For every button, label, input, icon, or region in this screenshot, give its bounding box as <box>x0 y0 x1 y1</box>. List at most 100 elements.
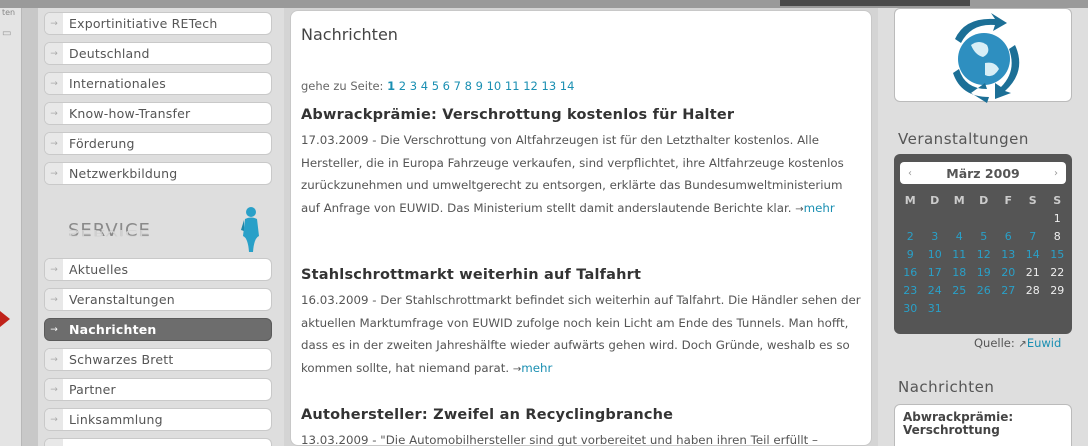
calendar-week-row: 30 31 <box>898 300 1070 318</box>
page-link[interactable]: 4 <box>421 79 428 93</box>
calendar-day[interactable]: 3 <box>923 228 948 246</box>
calendar-day[interactable]: 27 <box>996 282 1021 300</box>
calendar-day[interactable]: 23 <box>898 282 923 300</box>
left-sidebar: → Exportinitiative RETech → Deutschland … <box>38 8 284 446</box>
page-link[interactable]: 13 <box>542 79 557 93</box>
event-calendar: ‹ März 2009 › M D M D F S S 1 2 3 4 5 6 7 8 9 10 11 12 13 14… <box>894 154 1072 334</box>
calendar-day <box>1021 300 1046 318</box>
news-heading: Nachrichten <box>898 378 995 396</box>
outer-gutter <box>22 8 38 446</box>
more-arrow-icon: → <box>512 363 522 375</box>
page-link[interactable]: 5 <box>432 79 439 93</box>
recycling-globe-icon <box>953 13 1020 103</box>
more-link[interactable]: mehr <box>521 361 552 375</box>
page-link[interactable]: 12 <box>523 79 538 93</box>
calendar-day[interactable]: 10 <box>923 246 948 264</box>
source-link[interactable]: Euwid <box>1027 336 1061 350</box>
calendar-day[interactable]: 18 <box>947 264 972 282</box>
selection-marker-icon <box>0 311 10 327</box>
menu-item-label: Partner <box>69 382 116 397</box>
page-link[interactable]: 1 <box>387 79 395 93</box>
recycling-logo[interactable] <box>894 8 1072 103</box>
arrow-right-icon: → <box>45 103 63 124</box>
calendar-day[interactable]: 9 <box>898 246 923 264</box>
calendar-day[interactable]: 30 <box>898 300 923 318</box>
page-link[interactable]: 2 <box>399 79 406 93</box>
calendar-day <box>923 210 948 228</box>
article-title[interactable]: Abwrackprämie: Verschrottung kostenlos f… <box>301 107 861 123</box>
calendar-week-row: 23 24 25 26 27 28 29 <box>898 282 1070 300</box>
menu-item-foerderung[interactable]: → Förderung <box>44 132 272 155</box>
calendar-day[interactable]: 24 <box>923 282 948 300</box>
menu-item-internationales[interactable]: → Internationales <box>44 72 272 95</box>
page-link[interactable]: 9 <box>476 79 483 93</box>
menu-item-label: Veranstaltungen <box>69 292 175 307</box>
article-body: 13.03.2009 - "Die Automobilhersteller si… <box>301 429 861 446</box>
calendar-month: März 2009 <box>946 165 1020 181</box>
menu-item-deutschland[interactable]: → Deutschland <box>44 42 272 65</box>
calendar-grid: M D M D F S S 1 2 3 4 5 6 7 8 9 10 11 12 13 14 15 16 17 18 19 20 21… <box>898 192 1070 318</box>
menu-item-label: Netzwerkbildung <box>69 166 178 181</box>
calendar-day: 28 <box>1025 284 1040 297</box>
page-link[interactable]: 8 <box>465 79 472 93</box>
events-heading: Veranstaltungen <box>898 130 1029 148</box>
menu-item-label: Deutschland <box>69 46 150 61</box>
news-article: Abwrackprämie: Verschrottung kostenlos f… <box>301 107 861 221</box>
article-title[interactable]: Autohersteller: Zweifel an Recyclingbran… <box>301 407 861 423</box>
more-link[interactable]: mehr <box>804 201 835 215</box>
menu-item-linksammlung[interactable]: → Linksammlung <box>44 408 272 431</box>
menu-item-know-how-transfer[interactable]: → Know-how-Transfer <box>44 102 272 125</box>
calendar-day[interactable]: 15 <box>1045 246 1070 264</box>
calendar-next-button[interactable]: › <box>1054 168 1058 179</box>
menu-item-aktuelles[interactable]: → Aktuelles <box>44 258 272 281</box>
calendar-day <box>898 210 923 228</box>
menu-item-label: Internationales <box>69 76 166 91</box>
calendar-day[interactable]: 19 <box>972 264 997 282</box>
calendar-day[interactable]: 20 <box>996 264 1021 282</box>
main-content-panel: Nachrichten gehe zu Seite: 1 2 3 4 5 6 7… <box>290 10 872 446</box>
article-text: 17.03.2009 - Die Verschrottung von Altfa… <box>301 133 844 215</box>
calendar-day[interactable]: 25 <box>947 282 972 300</box>
menu-item-partial[interactable]: → <box>44 438 272 446</box>
calendar-weekday: M <box>953 194 965 207</box>
calendar-day[interactable]: 12 <box>972 246 997 264</box>
page-link[interactable]: 10 <box>487 79 502 93</box>
calendar-weekday: F <box>1004 194 1012 207</box>
calendar-day <box>996 210 1021 228</box>
right-column: Veranstaltungen ‹ März 2009 › MDMDFSS 12 3… <box>878 8 1088 446</box>
page-link[interactable]: 11 <box>505 79 520 93</box>
calendar-day[interactable]: 31 <box>923 300 948 318</box>
arrow-right-icon: → <box>45 379 63 400</box>
page-link[interactable]: 6 <box>443 79 450 93</box>
page-link[interactable]: 14 <box>560 79 575 93</box>
page-link[interactable]: 7 <box>454 79 461 93</box>
left-frame-icon: ▭ <box>2 28 12 39</box>
menu-item-schwarzes-brett[interactable]: → Schwarzes Brett <box>44 348 272 371</box>
calendar-week-row: 9 10 11 12 13 14 15 <box>898 246 1070 264</box>
page-link[interactable]: 3 <box>410 79 417 93</box>
calendar-day[interactable]: 26 <box>972 282 997 300</box>
calendar-day[interactable]: 17 <box>923 264 948 282</box>
calendar-day[interactable]: 13 <box>996 246 1021 264</box>
menu-item-partner[interactable]: → Partner <box>44 378 272 401</box>
article-title[interactable]: Stahlschrottmarkt weiterhin auf Talfahrt <box>301 267 861 283</box>
menu-item-exportinitiative[interactable]: → Exportinitiative RETech <box>44 12 272 35</box>
calendar-day[interactable]: 14 <box>1021 246 1046 264</box>
menu-item-label: Know-how-Transfer <box>69 106 191 121</box>
calendar-day[interactable]: 16 <box>898 264 923 282</box>
news-teaser-box[interactable]: Abwrackprämie: Verschrottung <box>894 404 1072 446</box>
menu-item-netzwerkbildung[interactable]: → Netzwerkbildung <box>44 162 272 185</box>
calendar-day[interactable]: 7 <box>1021 228 1046 246</box>
calendar-day[interactable]: 5 <box>972 228 997 246</box>
calendar-prev-button[interactable]: ‹ <box>908 168 912 179</box>
more-arrow-icon: → <box>795 203 804 215</box>
calendar-day[interactable]: 4 <box>947 228 972 246</box>
menu-item-nachrichten[interactable]: → Nachrichten <box>44 318 272 341</box>
calendar-day[interactable]: 2 <box>898 228 923 246</box>
article-text: 16.03.2009 - Der Stahlschrottmarkt befin… <box>301 293 861 375</box>
calendar-day[interactable]: 11 <box>947 246 972 264</box>
article-body: 16.03.2009 - Der Stahlschrottmarkt befin… <box>301 289 861 381</box>
calendar-weekday-row: MDMDFSS <box>898 192 1070 210</box>
calendar-day[interactable]: 6 <box>996 228 1021 246</box>
menu-item-veranstaltungen[interactable]: → Veranstaltungen <box>44 288 272 311</box>
